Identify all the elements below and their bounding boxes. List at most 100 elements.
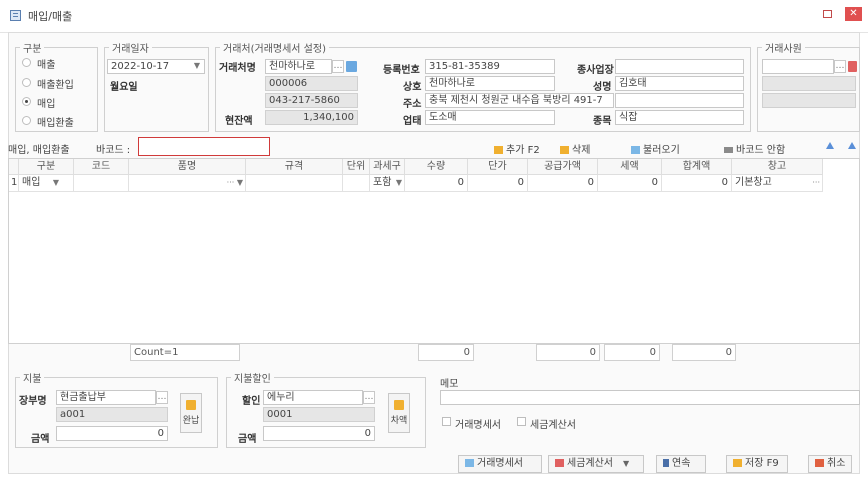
grid-footer-vat: 0 [604, 344, 660, 361]
partner-add-icon[interactable] [346, 61, 357, 72]
cancel-label: 취소 [827, 458, 846, 469]
grid-cell-type[interactable]: 매입 ▼ [19, 175, 74, 192]
branch-input[interactable] [615, 59, 744, 74]
account-search-button[interactable]: … [156, 391, 168, 404]
pay-full-button[interactable]: 완납 [180, 393, 202, 433]
grid-cell-code[interactable] [74, 175, 129, 192]
discount-amount-input[interactable]: 0 [263, 426, 375, 441]
balance-value: 1,340,100 [265, 110, 358, 125]
reg-no-label: 등록번호 [383, 65, 420, 76]
print-statement-button[interactable]: 거래명세서 [458, 455, 542, 473]
print-invoice-button[interactable]: 세금계산서 ▼ [548, 455, 644, 473]
account-input[interactable]: 현금출납부 [56, 390, 156, 405]
statement-checkbox[interactable] [442, 417, 451, 426]
grid-cell-total: 0 [662, 175, 732, 192]
grid-cell-tax[interactable]: 포함 ▼ [370, 175, 405, 192]
barcode-guide-button[interactable]: 바코드 안함 [724, 141, 785, 156]
grid-header-total: 합계액 [662, 159, 732, 175]
warehouse-search-icon[interactable]: ··· [812, 175, 820, 191]
grid-header-warehouse: 창고 [732, 159, 823, 175]
memo-input[interactable] [440, 390, 860, 405]
grid-cell-rownum: 1 [9, 175, 19, 192]
partner-search-button[interactable]: … [332, 60, 344, 73]
grid-cell-price[interactable]: 0 [468, 175, 528, 192]
discount-group-legend: 지불할인 [234, 374, 271, 385]
date-dropdown-icon[interactable]: ▼ [192, 61, 202, 70]
move-up-icon[interactable] [826, 142, 834, 149]
radio-purchase-label: 매입 [37, 99, 56, 110]
grid-header-type: 구분 [19, 159, 74, 175]
print-statement-label: 거래명세서 [477, 458, 523, 469]
add-button[interactable]: 추가 F2 [494, 141, 540, 156]
radio-purchase[interactable] [22, 97, 31, 106]
staff-search-button[interactable]: … [834, 60, 846, 73]
window-icon [10, 10, 21, 21]
delete-button-label: 삭제 [572, 145, 591, 156]
barcode-input[interactable] [138, 137, 270, 156]
print-invoice-label: 세금계산서 [567, 458, 613, 469]
invoice-checkbox[interactable] [517, 417, 526, 426]
address-detail-input[interactable] [615, 93, 744, 108]
account-code: a001 [56, 407, 168, 422]
grid-cell-vat[interactable]: 0 [598, 175, 662, 192]
grid-header-qty: 수량 [405, 159, 468, 175]
grid-header-price: 단가 [468, 159, 528, 175]
grid-cell-name[interactable]: ··· ▼ [129, 175, 246, 192]
grid-cell-unit[interactable] [343, 175, 370, 192]
grid-cell-qty[interactable]: 0 [405, 175, 468, 192]
save-icon [733, 459, 742, 467]
invoice-dropdown-icon[interactable]: ▼ [623, 459, 629, 468]
discount-label: 할인 [242, 396, 261, 407]
discount-input[interactable]: 에누리 [263, 390, 363, 405]
cancel-icon [815, 459, 824, 467]
invoice-checkbox-label: 세금계산서 [530, 420, 576, 431]
company-input[interactable]: 천마하나로 [425, 76, 555, 91]
grid-cell-spec[interactable] [246, 175, 343, 192]
load-button[interactable]: 불러오기 [631, 141, 680, 156]
items-grid: 구분 코드 품명 규격 단위 과세구 수량 단가 공급가액 세액 합계액 창고 … [8, 158, 860, 344]
radio-purchase-return[interactable] [22, 116, 31, 125]
cancel-button[interactable]: 취소 [808, 455, 852, 473]
window-title: 매입/매출 [28, 10, 73, 23]
type-dropdown-icon[interactable]: ▼ [53, 175, 59, 191]
ceo-input[interactable]: 김호태 [615, 76, 744, 91]
move-down-icon[interactable] [848, 142, 856, 149]
balance-label: 현잔액 [225, 116, 253, 127]
pay-full-label: 완납 [182, 416, 200, 426]
tax-dropdown-icon[interactable]: ▼ [396, 175, 402, 191]
memo-label: 메모 [440, 379, 459, 390]
name-search-icon[interactable]: ··· ▼ [227, 175, 243, 191]
grid-footer-total: 0 [672, 344, 736, 361]
save-button[interactable]: 저장 F9 [726, 455, 788, 473]
payment-amount-input[interactable]: 0 [56, 426, 168, 441]
radio-sales-return[interactable] [22, 78, 31, 87]
close-button[interactable]: ✕ [845, 7, 862, 21]
radio-sales[interactable] [22, 58, 31, 67]
reg-no-input[interactable]: 315-81-35389 [425, 59, 555, 74]
barcode-label: 바코드 : [96, 145, 131, 156]
grid-cell-supply[interactable]: 0 [528, 175, 598, 192]
date-group-legend: 거래일자 [112, 44, 149, 55]
payment-amount-label: 금액 [31, 434, 50, 445]
restore-button[interactable] [823, 10, 832, 18]
delete-button[interactable]: 삭제 [560, 141, 590, 156]
partner-name-input[interactable]: 천마하나로 [265, 59, 332, 74]
mode-label: 매입, 매입환출 [8, 145, 70, 156]
radio-sales-label: 매출 [37, 60, 56, 71]
staff-edit-icon[interactable] [848, 61, 857, 72]
continuous-button[interactable]: 연속 [656, 455, 706, 473]
date-picker[interactable]: 2022-10-17 [107, 59, 205, 74]
category-input[interactable]: 식잡 [615, 110, 744, 125]
business-input[interactable]: 도소매 [425, 110, 555, 125]
grid-cell-warehouse[interactable]: 기본창고 ··· [732, 175, 823, 192]
staff-input[interactable] [762, 59, 834, 74]
title-bar: 매입/매출 ✕ [0, 0, 868, 33]
discount-search-button[interactable]: … [363, 391, 375, 404]
payment-group-legend: 지불 [23, 374, 42, 385]
statement-checkbox-label: 거래명세서 [455, 420, 501, 431]
radio-purchase-return-label: 매입환출 [37, 118, 74, 129]
business-label: 업태 [403, 116, 422, 127]
difference-button[interactable]: 차액 [388, 393, 410, 433]
add-icon [494, 146, 503, 154]
address-input[interactable]: 충북 제천시 청원군 내수읍 북방리 491-7 [425, 93, 614, 108]
